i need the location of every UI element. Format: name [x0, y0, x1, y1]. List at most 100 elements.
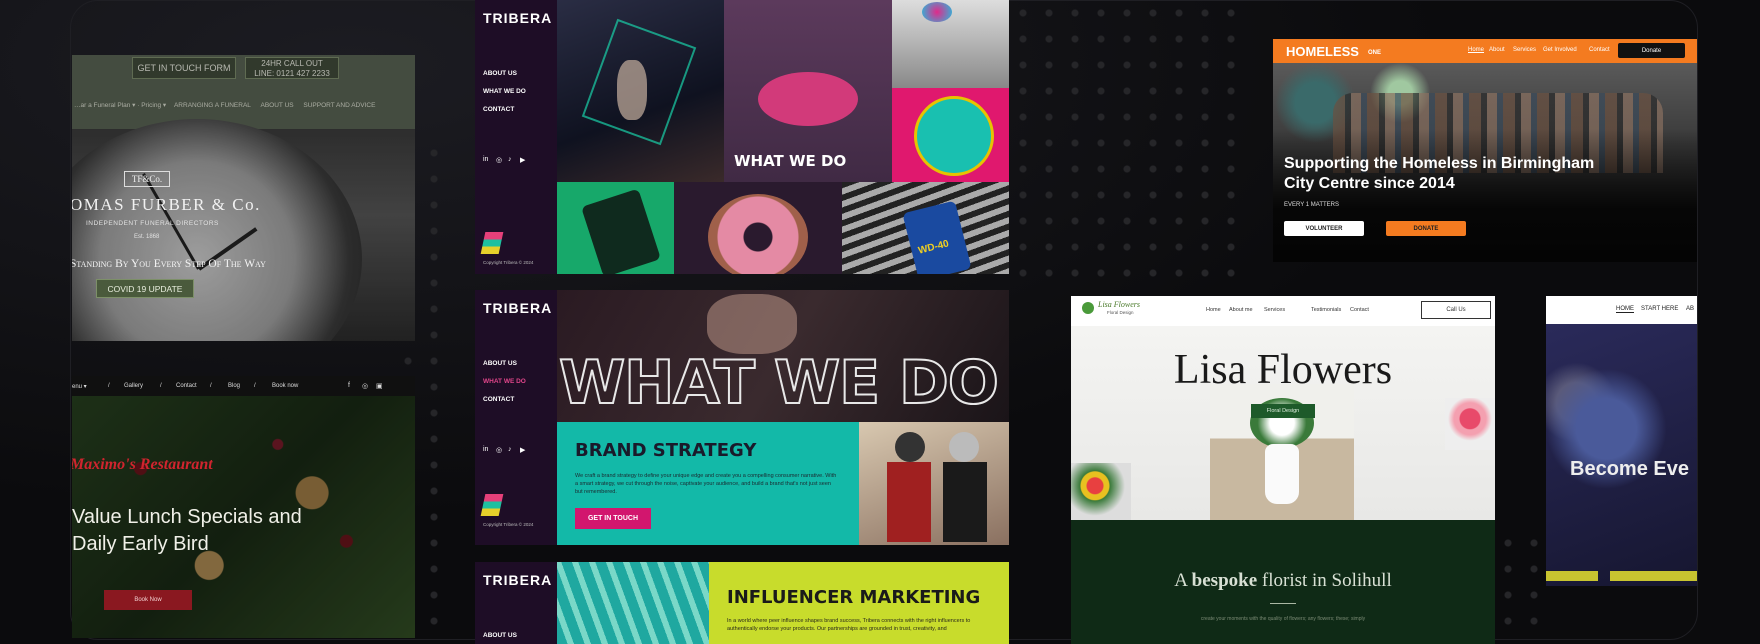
what-we-do-heading: WHAT WE DO	[558, 347, 1000, 419]
lisa-footer-section: A bespoke florist in Solihull create you…	[1071, 520, 1495, 644]
tribera-mark-icon	[480, 494, 504, 516]
dancer-hero-tile: WHAT WE DO	[557, 290, 1009, 422]
tribera-sidebar: TRIBERA ABOUT US WHAT WE DO CONTACT in ◎…	[475, 290, 557, 545]
brand-strategy-title: BRAND STRATEGY	[575, 440, 757, 461]
flower-logo-icon	[1082, 302, 1094, 314]
nav-donate-button[interactable]: Donate	[1618, 43, 1685, 58]
bespoke-post: florist in Solihull	[1261, 570, 1392, 591]
nav-home[interactable]: Home	[1206, 307, 1221, 313]
nav-contact[interactable]: CONTACT	[483, 106, 514, 113]
tiktok-icon[interactable]: ♪	[508, 156, 512, 163]
nav-about-truncated[interactable]: AB	[1686, 306, 1694, 312]
lisa-logo[interactable]: Lisa Flowers	[1098, 300, 1140, 309]
watermelon-tile: WHAT WE DO	[724, 0, 892, 182]
palm-leaf-tile	[557, 562, 709, 644]
homeless-one-card[interactable]: HOMELESS ONE Home About Services Get Inv…	[1273, 39, 1697, 262]
nav-home[interactable]: Home	[1468, 47, 1484, 53]
instagram-icon[interactable]: ◎	[496, 446, 502, 454]
homeless-logo-suffix: ONE	[1368, 50, 1382, 56]
copyright: Copyright Tribera © 2024	[483, 522, 534, 527]
bespoke-headline: A bespoke florist in Solihull	[1071, 570, 1495, 592]
nav-about[interactable]: ABOUT US	[483, 632, 517, 639]
tribera-what-we-do-card[interactable]: TRIBERA ABOUT US WHAT WE DO CONTACT in ◎…	[475, 290, 1009, 545]
furber-motto: Standing By You Every Step Of The Way	[72, 258, 266, 270]
donut-tile	[674, 182, 842, 274]
homeless-headline: Supporting the Homeless in Birmingham Ci…	[1284, 155, 1595, 192]
furber-website-card[interactable]: GET IN TOUCH FORM 24HR CALL OUT LINE: 01…	[72, 55, 415, 341]
become-everything-card[interactable]: HOME START HERE AB Become Eve	[1546, 296, 1697, 586]
bouquet-right-image	[1445, 398, 1495, 450]
yellow-bar-2	[1610, 571, 1697, 581]
maximos-nav: enu ▾ / Gallery / Contact / Blog / Book …	[72, 376, 415, 396]
divider	[1270, 603, 1296, 604]
become-headline: Become Eve	[1570, 458, 1689, 480]
linkedin-icon[interactable]: in	[483, 446, 488, 453]
tribera-home-card[interactable]: TRIBERA ABOUT US WHAT WE DO CONTACT in ◎…	[475, 0, 1009, 274]
nav-item[interactable]: Gallery	[124, 383, 143, 389]
linkedin-icon[interactable]: in	[483, 156, 488, 163]
lisa-flowers-card[interactable]: Lisa Flowers Floral Design Home About me…	[1071, 296, 1495, 644]
tripadvisor-icon[interactable]: ▣	[376, 382, 383, 390]
tiktok-icon[interactable]: ♪	[508, 446, 512, 453]
nav-start-here[interactable]: START HERE	[1641, 306, 1678, 312]
nav-contact[interactable]: CONTACT	[483, 396, 514, 403]
brand-strategy-panel: BRAND STRATEGY We craft a brand strategy…	[557, 422, 859, 545]
right-header: HOME START HERE AB	[1546, 296, 1697, 324]
nav-about-me[interactable]: About me	[1229, 307, 1253, 313]
tribera-sidebar: TRIBERA ABOUT US WHAT WE DO CONTACT in ◎…	[475, 0, 557, 274]
furber-est: Est. 1868	[134, 234, 160, 240]
youtube-icon[interactable]: ▶	[520, 446, 525, 454]
tribera-logo[interactable]: TRIBERA	[483, 300, 552, 316]
nav-item[interactable]: Book now	[272, 383, 298, 389]
nav-home[interactable]: HOME	[1616, 306, 1634, 313]
influencer-title: INFLUENCER MARKETING	[727, 587, 981, 608]
brand-strategy-body: We craft a brand strategy to define your…	[575, 473, 837, 495]
bespoke-bold: bespoke	[1191, 570, 1258, 591]
phone-app-tile	[557, 182, 674, 274]
youtube-icon[interactable]: ▶	[520, 156, 525, 164]
tribera-influencer-card[interactable]: TRIBERA ABOUT US INFLUENCER MARKETING In…	[475, 562, 1009, 644]
homeless-logo[interactable]: HOMELESS	[1286, 44, 1359, 59]
bespoke-pre: A	[1174, 570, 1187, 591]
tribera-mark-icon	[480, 232, 504, 254]
influencer-panel: INFLUENCER MARKETING In a world where pe…	[709, 562, 1009, 644]
lisa-logo-sub: Floral Design	[1107, 310, 1134, 315]
facebook-icon[interactable]: f	[348, 382, 350, 389]
wd40-tile: WD-40	[842, 182, 1009, 274]
nav-item[interactable]: Blog	[228, 383, 240, 389]
breakdancer-tile	[557, 0, 724, 182]
furber-name: OMAS FURBER & Co.	[72, 195, 261, 214]
volunteer-button[interactable]: VOLUNTEER	[1284, 221, 1364, 236]
nav-about[interactable]: ABOUT US	[483, 360, 517, 367]
maximos-website-card[interactable]: enu ▾ / Gallery / Contact / Blog / Book …	[72, 376, 415, 638]
nav-get-involved[interactable]: Get Involved	[1543, 47, 1577, 53]
tribera-logo[interactable]: TRIBERA	[483, 572, 552, 588]
nav-about[interactable]: ABOUT US	[483, 70, 517, 77]
restaurant-logo: Maximo's Restaurant	[72, 456, 213, 473]
instagram-icon[interactable]: ◎	[496, 156, 502, 164]
copyright: Copyright Tribera © 2024	[483, 260, 534, 265]
nav-what-we-do-active[interactable]: WHAT WE DO	[483, 378, 526, 385]
nav-about[interactable]: About	[1489, 47, 1505, 53]
book-now-button[interactable]: Book Now	[104, 590, 192, 610]
nav-contact[interactable]: Contact	[1589, 47, 1610, 53]
lunch-headline-1: Value Lunch Specials and	[72, 506, 302, 528]
covid-update-button[interactable]: COVID 19 UPDATE	[96, 279, 194, 298]
nav-what-we-do[interactable]: WHAT WE DO	[483, 88, 526, 95]
get-in-touch-button[interactable]: GET IN TOUCH	[575, 508, 651, 529]
donate-button[interactable]: DONATE	[1386, 221, 1466, 236]
nav-testimonials[interactable]: Testimonials	[1311, 307, 1341, 313]
bouquet-left-image	[1071, 463, 1131, 520]
tribera-logo[interactable]: TRIBERA	[483, 10, 552, 26]
tribera-sidebar: TRIBERA ABOUT US	[475, 562, 557, 644]
nav-item[interactable]: Contact	[176, 383, 197, 389]
floral-design-badge: Floral Design	[1251, 404, 1315, 418]
influencer-body: In a world where peer influence shapes b…	[727, 618, 971, 632]
nav-services[interactable]: Services	[1513, 47, 1536, 53]
astronaut-tile	[859, 422, 1009, 545]
homeless-subtitle: EVERY 1 MATTERS	[1284, 202, 1340, 208]
nav-services[interactable]: Services	[1264, 307, 1285, 313]
call-us-button[interactable]: Call Us	[1421, 301, 1491, 319]
nav-contact[interactable]: Contact	[1350, 307, 1369, 313]
instagram-icon[interactable]: ◎	[362, 382, 368, 390]
